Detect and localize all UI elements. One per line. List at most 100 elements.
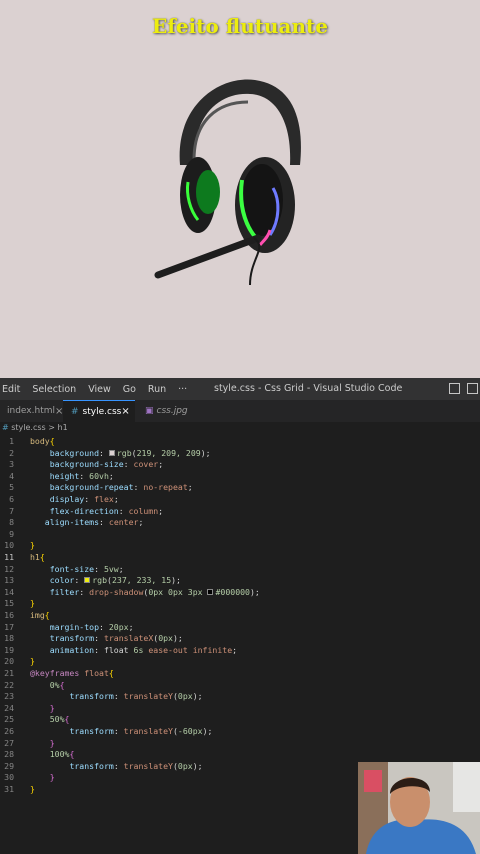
toggle-sidebar-icon[interactable]	[449, 383, 460, 394]
line-number: 7	[9, 505, 14, 516]
code-text: }	[49, 737, 55, 748]
window-title: style.css - Css Grid - Visual Studio Cod…	[214, 383, 403, 394]
line-number: 24	[4, 702, 14, 713]
line-number: 21	[4, 668, 14, 678]
code-text: }	[30, 540, 35, 551]
line-number: 23	[4, 691, 14, 702]
breadcrumb-file[interactable]: style.css	[11, 423, 45, 432]
menu-selection[interactable]: Selection	[32, 384, 76, 395]
line-number: 11	[4, 552, 14, 562]
code-line[interactable]: 10}	[0, 540, 480, 552]
code-text: h1{	[30, 552, 45, 562]
code-line[interactable]: 18 transform: translateX(0px);	[0, 633, 480, 645]
code-line[interactable]: 20}	[0, 656, 480, 668]
menu-edit[interactable]: Edit	[2, 384, 20, 395]
line-number: 31	[4, 784, 14, 794]
code-text: flex-direction: column;	[49, 505, 164, 516]
vscode-titlebar: Edit Selection View Go Run ··· style.css…	[0, 378, 480, 400]
code-text: body{	[30, 436, 55, 446]
css-file-icon: #	[2, 423, 9, 432]
code-line[interactable]: 26 transform: translateY(-60px);	[0, 726, 480, 738]
line-number: 9	[9, 528, 14, 539]
line-number: 20	[4, 656, 14, 667]
code-text: }	[30, 784, 35, 794]
line-number: 22	[4, 679, 14, 690]
code-line[interactable]: 21 @keyframes float{	[0, 668, 480, 680]
code-text: 100%{	[49, 749, 75, 760]
line-number: 3	[9, 459, 14, 470]
code-text: animation: float 6s ease-out infinite;	[49, 644, 238, 655]
code-line[interactable]: 5 background-repeat: no-repeat;	[0, 482, 480, 494]
code-line[interactable]: 12 font-size: 5vw;	[0, 564, 480, 576]
layout-controls	[442, 383, 478, 394]
code-text: color: rgb(237, 233, 15);	[49, 575, 181, 586]
code-line[interactable]: 8 align-items: center;	[0, 517, 480, 529]
code-line[interactable]: 15}	[0, 598, 480, 610]
line-number: 25	[4, 714, 14, 725]
code-text: transform: translateY(0px);	[69, 760, 203, 771]
menu-run[interactable]: Run	[148, 384, 166, 395]
line-number: 1	[9, 436, 14, 446]
code-text: }	[30, 656, 35, 667]
code-text: 0%{	[49, 679, 65, 690]
code-line[interactable]: 2 background: rgb(219, 209, 209);	[0, 448, 480, 460]
code-line[interactable]: 1 body{	[0, 436, 480, 448]
headset-image	[154, 79, 301, 286]
code-text: transform: translateY(-60px);	[69, 726, 213, 736]
code-text: transform: translateY(0px);	[69, 691, 203, 702]
page-heading: Efeito flutuante	[151, 14, 329, 38]
css-file-icon: #	[71, 406, 79, 417]
code-line[interactable]: 28 100%{	[0, 749, 480, 761]
line-number: 14	[4, 586, 14, 597]
code-text: align-items: center;	[44, 517, 144, 528]
tab-label: index.html	[7, 406, 55, 416]
code-line[interactable]: 19 animation: float 6s ease-out infinite…	[0, 645, 480, 657]
line-number: 2	[9, 447, 14, 458]
line-number: 17	[4, 621, 14, 632]
tab-style-css[interactable]: # style.css ×	[63, 400, 135, 422]
code-line[interactable]: 13 color: rgb(237, 233, 15);	[0, 575, 480, 587]
tab-index-html[interactable]: index.html ×	[0, 400, 63, 422]
line-number: 27	[4, 737, 14, 748]
menu-view[interactable]: View	[88, 384, 111, 395]
code-line[interactable]: 3 background-size: cover;	[0, 459, 480, 471]
close-icon[interactable]: ×	[121, 406, 129, 417]
tab-label: css.jpg	[156, 406, 188, 416]
code-text: transform: translateX(0px);	[49, 633, 183, 644]
code-line[interactable]: 14 filter: drop-shadow(0px 0px 3px #0000…	[0, 587, 480, 599]
line-number: 18	[4, 633, 14, 644]
line-number: 30	[4, 772, 14, 783]
breadcrumb: # style.css > h1	[0, 422, 480, 434]
code-text: background: rgb(219, 209, 209);	[49, 447, 211, 458]
line-number: 28	[4, 749, 14, 760]
menu-more[interactable]: ···	[178, 384, 187, 395]
code-line[interactable]: 17 margin-top: 20px;	[0, 622, 480, 634]
code-line[interactable]: 7 flex-direction: column;	[0, 506, 480, 518]
line-number: 8	[9, 517, 14, 528]
code-line[interactable]: 25 50%{	[0, 714, 480, 726]
code-line[interactable]: 22 0%{	[0, 680, 480, 692]
toggle-panel-icon[interactable]	[467, 383, 478, 394]
image-file-icon: ▣	[145, 406, 154, 416]
code-text: background-size: cover;	[49, 459, 164, 470]
breadcrumb-symbol[interactable]: h1	[58, 423, 68, 432]
code-text: img{	[30, 610, 50, 620]
code-line[interactable]: 9	[0, 529, 480, 541]
code-text: background-repeat: no-repeat;	[49, 482, 193, 493]
code-line[interactable]: 4 height: 60vh;	[0, 471, 480, 483]
line-number: 15	[4, 598, 14, 609]
code-line[interactable]: 24 }	[0, 703, 480, 715]
code-text: display: flex;	[49, 494, 119, 504]
tab-css-jpg[interactable]: ▣ css.jpg	[135, 400, 195, 422]
code-line[interactable]: 23 transform: translateY(0px);	[0, 691, 480, 703]
menu-go[interactable]: Go	[123, 384, 136, 395]
webcam-person-icon	[358, 762, 480, 854]
line-number: 16	[4, 610, 14, 620]
code-line[interactable]: 27 }	[0, 738, 480, 750]
line-number: 12	[4, 563, 14, 574]
code-line[interactable]: 16 img{	[0, 610, 480, 622]
code-line[interactable]: 11 h1{	[0, 552, 480, 564]
code-text: margin-top: 20px;	[49, 621, 134, 632]
code-line[interactable]: 6 display: flex;	[0, 494, 480, 506]
webcam-overlay	[358, 762, 480, 854]
